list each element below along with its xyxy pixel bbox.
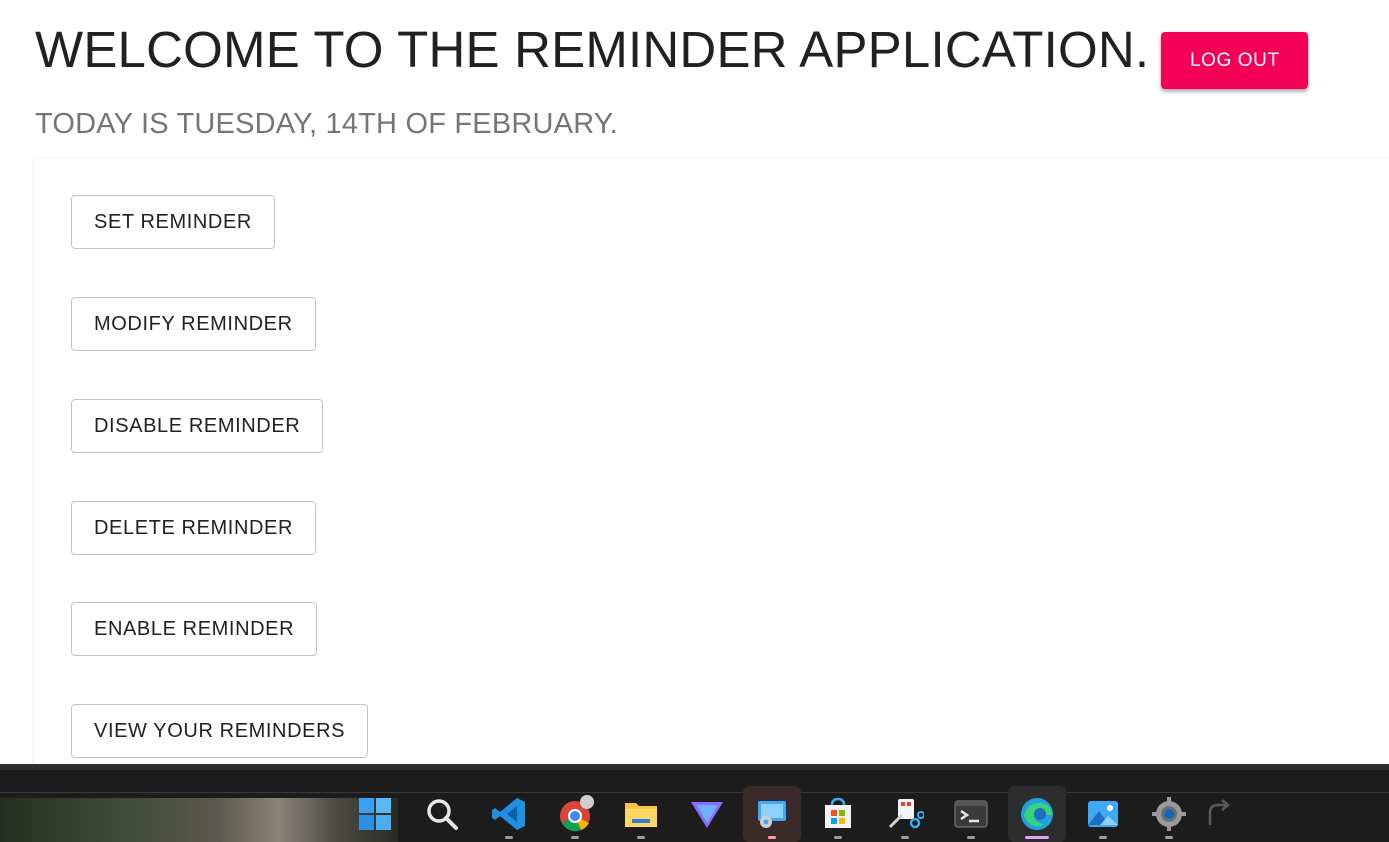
- search-icon[interactable]: [413, 786, 471, 842]
- logout-button[interactable]: LOG OUT: [1161, 32, 1309, 89]
- today-date-text: TODAY IS TUESDAY, 14TH OF FEBRUARY.: [35, 108, 618, 140]
- running-indicator: [637, 836, 645, 839]
- running-indicator: [901, 836, 909, 839]
- running-indicator: [768, 836, 776, 839]
- enable-reminder-button[interactable]: ENABLE REMINDER: [71, 602, 318, 656]
- vscode-icon[interactable]: [480, 786, 538, 842]
- modify-reminder-button[interactable]: MODIFY REMINDER: [71, 297, 316, 351]
- snipping-tool-icon[interactable]: [876, 786, 934, 842]
- delete-reminder-button[interactable]: DELETE REMINDER: [71, 501, 317, 555]
- header: WELCOME TO THE REMINDER APPLICATION. LOG…: [35, 21, 1309, 89]
- windows-taskbar: [0, 764, 1389, 842]
- microsoft-store-icon[interactable]: [809, 786, 867, 842]
- page-title: WELCOME TO THE REMINDER APPLICATION.: [35, 21, 1150, 78]
- view-reminders-button[interactable]: VIEW YOUR REMINDERS: [71, 704, 369, 758]
- desktop-wallpaper-strip: [0, 798, 398, 842]
- chrome-icon[interactable]: [546, 786, 604, 842]
- running-indicator: [1099, 836, 1107, 839]
- terminal-icon[interactable]: [942, 786, 1000, 842]
- running-indicator: [1165, 836, 1173, 839]
- running-indicator: [967, 836, 975, 839]
- remote-desktop-icon[interactable]: [743, 786, 801, 842]
- photos-icon[interactable]: [1074, 786, 1132, 842]
- file-explorer-icon[interactable]: [612, 786, 670, 842]
- active-window-indicator: [1025, 836, 1049, 839]
- redo-icon[interactable]: [1188, 786, 1246, 842]
- reminder-app-page: WELCOME TO THE REMINDER APPLICATION. LOG…: [0, 0, 1389, 842]
- disable-reminder-button[interactable]: DISABLE REMINDER: [71, 399, 324, 453]
- running-indicator: [505, 836, 513, 839]
- edge-icon[interactable]: [1008, 786, 1066, 842]
- proton-vpn-icon[interactable]: [678, 786, 736, 842]
- actions-card: [34, 158, 1389, 778]
- windows-start-icon[interactable]: [346, 786, 404, 842]
- running-indicator: [834, 836, 842, 839]
- set-reminder-button[interactable]: SET REMINDER: [71, 195, 275, 249]
- running-indicator: [571, 836, 579, 839]
